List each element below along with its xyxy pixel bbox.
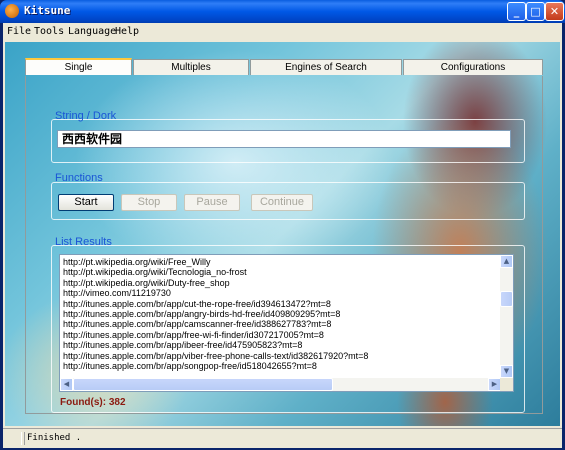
menu-language[interactable]: Language	[68, 26, 116, 37]
tab-configurations[interactable]: Configurations	[403, 59, 543, 75]
string-dork-label: String / Dork	[55, 110, 117, 122]
result-item[interactable]: http://pt.wikipedia.org/wiki/Tecnologia_…	[63, 267, 493, 277]
result-item[interactable]: http://itunes.apple.com/br/app/cut-the-r…	[63, 299, 493, 309]
vertical-scroll-thumb[interactable]	[500, 291, 513, 307]
found-count: Found(s): 382	[60, 397, 126, 408]
menu-bar: File Tools Language Help	[3, 23, 562, 41]
result-item[interactable]: http://vimeo.com/11219730	[63, 288, 493, 298]
maximize-icon: □	[530, 5, 541, 18]
window-title: Kitsune	[24, 4, 71, 17]
tab-engines-of-search[interactable]: Engines of Search	[250, 59, 402, 75]
horizontal-scrollbar[interactable]: ◀ ▶	[60, 378, 501, 391]
app-window: Kitsune _ □ ✕ File Tools Language Help S…	[0, 0, 565, 450]
result-item[interactable]: http://itunes.apple.com/br/app/viber-fre…	[63, 351, 493, 361]
menu-file[interactable]: File	[7, 26, 31, 37]
dork-input[interactable]: 西西软件园	[57, 130, 511, 148]
continue-button[interactable]: Continue	[251, 194, 313, 211]
result-item[interactable]: http://itunes.apple.com/br/app/free-wi-f…	[63, 330, 493, 340]
client-area: File Tools Language Help Single Multiple…	[3, 23, 562, 448]
functions-label: Functions	[55, 172, 103, 184]
menu-help[interactable]: Help	[115, 26, 139, 37]
minimize-icon: _	[513, 5, 520, 18]
scroll-up-button[interactable]: ▲	[500, 255, 513, 268]
maximize-button[interactable]: □	[526, 2, 545, 21]
result-item[interactable]: http://pt.wikipedia.org/wiki/Duty-free_s…	[63, 278, 493, 288]
scroll-left-button[interactable]: ◀	[60, 378, 73, 391]
result-item[interactable]: http://itunes.apple.com/br/app/songpop-f…	[63, 361, 493, 371]
result-item[interactable]: http://itunes.apple.com/br/app/camscanne…	[63, 319, 493, 329]
tab-bar: Single Multiples Engines of Search Confi…	[25, 58, 545, 76]
main-content: Single Multiples Engines of Search Confi…	[5, 42, 560, 426]
result-item[interactable]: http://itunes.apple.com/br/app/ibeer-fre…	[63, 340, 493, 350]
scroll-down-button[interactable]: ▼	[500, 365, 513, 378]
results-list: http://pt.wikipedia.org/wiki/Free_Willy h…	[63, 257, 493, 375]
results-listbox[interactable]: http://pt.wikipedia.org/wiki/Free_Willy h…	[59, 254, 514, 392]
kitsune-icon	[5, 4, 19, 18]
status-text: Finished .	[27, 433, 82, 443]
menu-tools[interactable]: Tools	[34, 26, 64, 37]
stop-button[interactable]: Stop	[121, 194, 177, 211]
tab-multiples[interactable]: Multiples	[133, 59, 249, 75]
results-label: List Results	[55, 236, 112, 248]
minimize-button[interactable]: _	[507, 2, 526, 21]
scrollbar-corner	[500, 378, 513, 391]
result-item[interactable]: http://pt.wikipedia.org/wiki/Free_Willy	[63, 257, 493, 267]
horizontal-scroll-thumb[interactable]	[73, 378, 333, 391]
close-button[interactable]: ✕	[545, 2, 564, 21]
result-item[interactable]: http://itunes.apple.com/br/app/angry-bir…	[63, 309, 493, 319]
pause-button[interactable]: Pause	[184, 194, 240, 211]
status-grip	[21, 432, 25, 445]
title-bar[interactable]: Kitsune _ □ ✕	[0, 0, 565, 23]
close-icon: ✕	[549, 5, 560, 18]
tab-single[interactable]: Single	[25, 58, 132, 75]
vertical-scrollbar[interactable]: ▲ ▼	[500, 255, 513, 378]
status-bar: Finished .	[3, 428, 562, 448]
start-button[interactable]: Start	[58, 194, 114, 211]
